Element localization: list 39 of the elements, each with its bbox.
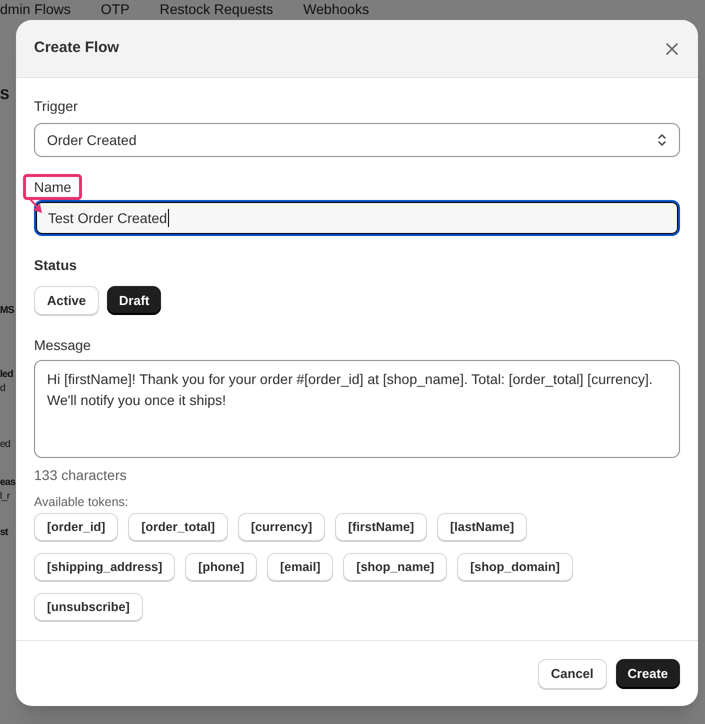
name-field[interactable]: Test Order Created: [34, 200, 680, 236]
message-field[interactable]: Hi [firstName]! Thank you for your order #[order_id] at [shop_name]. Total: [order_total] [currency]. We'll notify you once it ships!: [34, 360, 680, 458]
token-chip[interactable]: [firstName]: [335, 513, 428, 541]
section-label: Status: [34, 256, 78, 274]
token-chip[interactable]: [email]: [267, 553, 334, 581]
token-chip[interactable]: [lastName]: [437, 513, 528, 541]
background-text: eas: [0, 476, 16, 490]
background-text: st: [0, 526, 8, 540]
background-text: l_r: [0, 490, 10, 504]
background-tab-label: dmin Flows: [0, 1, 71, 18]
background-text: ed: [0, 438, 10, 452]
arrow-annotation: [29, 198, 43, 214]
chevron-updown-icon: [657, 133, 667, 147]
dialog-title: Create Flow: [34, 38, 120, 58]
token-chip[interactable]: [phone]: [185, 553, 258, 581]
token-chip[interactable]: [order_id]: [34, 513, 118, 541]
token-chip[interactable]: [unsubscribe]: [34, 593, 143, 621]
background-text: d: [0, 382, 6, 396]
trigger-select[interactable]: Order Created: [34, 123, 680, 157]
background-text: S: [0, 85, 9, 104]
token-chip[interactable]: [currency]: [238, 513, 326, 541]
background-text: MS: [0, 304, 14, 318]
status-toggle[interactable]: Draft: [107, 286, 162, 315]
token-chip[interactable]: [shop_name]: [343, 553, 448, 581]
token-chip[interactable]: [shop_domain]: [457, 553, 573, 581]
field-label: Message: [34, 336, 92, 354]
background-text: led: [0, 368, 13, 382]
token-chip[interactable]: [shipping_address]: [34, 553, 176, 581]
tokens-label: Available tokens:: [34, 494, 130, 510]
create-button[interactable]: Create: [616, 658, 680, 688]
background-tab-label: Webhooks: [303, 1, 370, 18]
field-label: Trigger: [34, 97, 79, 115]
close-icon[interactable]: [664, 40, 680, 56]
background-tab-label: Restock Requests: [160, 1, 274, 18]
background-tab-label: OTP: [100, 1, 130, 18]
character-count: 133 characters: [34, 466, 128, 484]
status-toggle[interactable]: Active: [34, 286, 100, 315]
cancel-button[interactable]: Cancel: [538, 658, 607, 688]
token-chip[interactable]: [order_total]: [128, 513, 228, 541]
